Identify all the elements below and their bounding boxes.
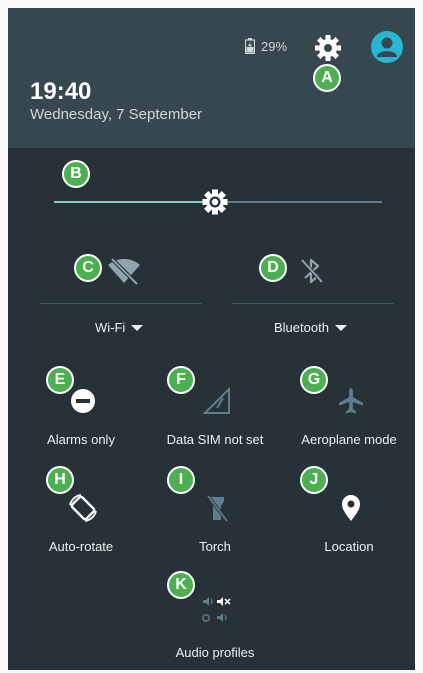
bluetooth-off-icon[interactable] [294, 253, 330, 289]
callout-badge-i: I [167, 466, 195, 494]
callout-badge-c: C [74, 254, 102, 282]
callout-badge-f: F [167, 366, 195, 394]
battery-charging-icon [245, 38, 255, 54]
location-label: Location [324, 539, 374, 554]
wifi-label-text: Wi-Fi [95, 320, 126, 335]
signal-none-icon[interactable] [200, 384, 234, 418]
bluetooth-label[interactable]: Bluetooth [274, 320, 347, 335]
wifi-off-icon[interactable] [106, 253, 142, 289]
callout-badge-j: J [300, 466, 328, 494]
wifi-divider [40, 303, 202, 304]
aeroplane-mode-label: Aeroplane mode [301, 432, 397, 447]
callout-badge-b: B [62, 160, 90, 188]
alarms-only-label: Alarms only [47, 432, 115, 447]
quick-settings-panel: 29% 19:40 Wednesday, 7 September Wi-Fi B… [8, 8, 415, 670]
airplane-icon[interactable] [334, 384, 368, 418]
location-pin-icon[interactable] [334, 491, 368, 525]
settings-gear-icon[interactable] [314, 34, 342, 62]
flashlight-off-icon[interactable] [200, 491, 234, 525]
chevron-down-icon[interactable] [131, 324, 144, 331]
clock-date: Wednesday, 7 September [30, 106, 203, 123]
auto-rotate-label: Auto-rotate [48, 539, 114, 554]
torch-label: Torch [199, 539, 231, 554]
audio-profiles-label: Audio profiles [175, 645, 255, 660]
audio-profiles-icon[interactable] [200, 594, 234, 628]
bluetooth-divider [232, 303, 394, 304]
bluetooth-label-text: Bluetooth [274, 320, 329, 335]
callout-badge-a: A [313, 64, 341, 92]
brightness-fill [54, 201, 215, 203]
screen-rotation-icon[interactable] [66, 491, 100, 525]
callout-badge-d: D [259, 254, 287, 282]
callout-badge-k: K [167, 571, 195, 599]
callout-badge-h: H [46, 466, 74, 494]
callout-badge-g: G [300, 366, 328, 394]
data-sim-not-set-label: Data SIM not set [166, 432, 264, 447]
status-header: 29% 19:40 Wednesday, 7 September [8, 8, 415, 148]
callout-badge-e: E [46, 366, 74, 394]
clock-time: 19:40 [30, 78, 92, 105]
chevron-down-icon[interactable] [334, 324, 347, 331]
brightness-sun-icon[interactable] [202, 189, 228, 215]
do-not-disturb-icon[interactable] [66, 384, 100, 418]
battery-status: 29% [245, 38, 287, 54]
wifi-label[interactable]: Wi-Fi [95, 320, 144, 335]
battery-percentage: 29% [261, 38, 288, 54]
account-avatar-icon[interactable] [370, 30, 404, 64]
